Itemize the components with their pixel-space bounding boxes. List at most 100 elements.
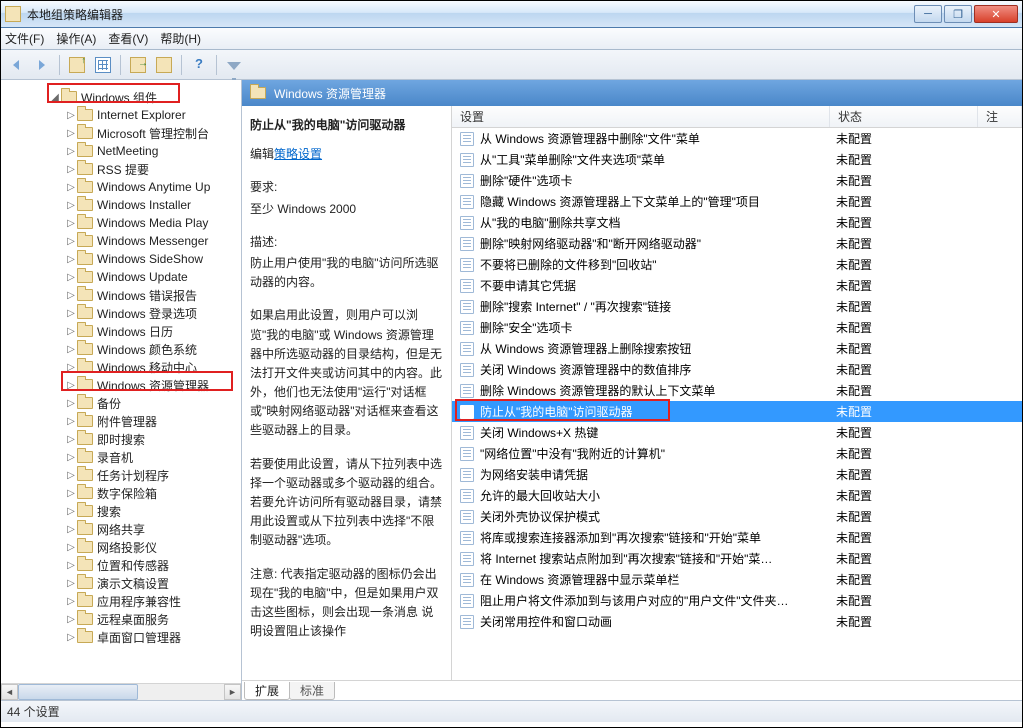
list-row[interactable]: 删除"硬件"选项卡未配置 [452, 170, 1022, 191]
tree-item[interactable]: ▷即时搜索 [1, 430, 241, 448]
tree-item[interactable]: ▷搜索 [1, 502, 241, 520]
expander-icon[interactable]: ▷ [65, 308, 77, 319]
expander-icon[interactable]: ▷ [65, 200, 77, 211]
tree-item[interactable]: ▷Internet Explorer [1, 106, 241, 124]
list-row[interactable]: 防止从"我的电脑"访问驱动器未配置 [452, 401, 1022, 422]
scroll-left-button[interactable]: ◄ [1, 684, 18, 700]
properties-button[interactable] [153, 54, 175, 76]
tree-item[interactable]: ▷卓面窗口管理器 [1, 628, 241, 646]
tree-item[interactable]: ▷Windows Media Play [1, 214, 241, 232]
expander-icon[interactable]: ▷ [65, 380, 77, 391]
tree-item[interactable]: ▷备份 [1, 394, 241, 412]
list-row[interactable]: 不要申请其它凭据未配置 [452, 275, 1022, 296]
expander-icon[interactable]: ▷ [65, 146, 77, 157]
expander-icon[interactable]: ▷ [65, 362, 77, 373]
list-row[interactable]: 将库或搜索连接器添加到"再次搜索"链接和"开始"菜单未配置 [452, 527, 1022, 548]
expander-icon[interactable]: ▷ [65, 290, 77, 301]
list-row[interactable]: 关闭常用控件和窗口动画未配置 [452, 611, 1022, 632]
list-row[interactable]: 从"工具"菜单删除"文件夹选项"菜单未配置 [452, 149, 1022, 170]
col-setting[interactable]: 设置 [452, 106, 830, 127]
tab-standard[interactable]: 标准 [289, 682, 335, 700]
tree-item[interactable]: ▷Windows SideShow [1, 250, 241, 268]
expander-icon[interactable]: ▷ [65, 470, 77, 481]
tree-item[interactable]: ▷Windows Anytime Up [1, 178, 241, 196]
tree-item[interactable]: ▷录音机 [1, 448, 241, 466]
tree-item[interactable]: ◢Windows 组件 [1, 88, 241, 106]
tree-item[interactable]: ▷附件管理器 [1, 412, 241, 430]
scroll-track[interactable] [18, 684, 224, 700]
tree-item[interactable]: ▷网络共享 [1, 520, 241, 538]
show-hide-tree-button[interactable] [92, 54, 114, 76]
back-button[interactable] [5, 54, 27, 76]
expander-icon[interactable]: ▷ [65, 326, 77, 337]
list-row[interactable]: 在 Windows 资源管理器中显示菜单栏未配置 [452, 569, 1022, 590]
tree-item[interactable]: ▷远程桌面服务 [1, 610, 241, 628]
tree-item[interactable]: ▷Windows 资源管理器 [1, 376, 241, 394]
tree-item[interactable]: ▷Windows 登录选项 [1, 304, 241, 322]
expander-icon[interactable]: ▷ [65, 434, 77, 445]
tree-item[interactable]: ▷位置和传感器 [1, 556, 241, 574]
list-row[interactable]: 删除"搜索 Internet" / "再次搜索"链接未配置 [452, 296, 1022, 317]
expander-icon[interactable]: ▷ [65, 506, 77, 517]
expander-icon[interactable]: ▷ [65, 218, 77, 229]
list-row[interactable]: 为网络安装申请凭据未配置 [452, 464, 1022, 485]
expander-icon[interactable]: ◢ [49, 92, 61, 103]
list-row[interactable]: "网络位置"中没有"我附近的计算机"未配置 [452, 443, 1022, 464]
tree-item[interactable]: ▷演示文稿设置 [1, 574, 241, 592]
list-row[interactable]: 删除 Windows 资源管理器的默认上下文菜单未配置 [452, 380, 1022, 401]
expander-icon[interactable]: ▷ [65, 254, 77, 265]
list-row[interactable]: 从"我的电脑"删除共享文档未配置 [452, 212, 1022, 233]
expander-icon[interactable]: ▷ [65, 416, 77, 427]
expander-icon[interactable]: ▷ [65, 542, 77, 553]
filter-button[interactable] [223, 54, 245, 76]
expander-icon[interactable]: ▷ [65, 236, 77, 247]
expander-icon[interactable]: ▷ [65, 110, 77, 121]
expander-icon[interactable]: ▷ [65, 128, 77, 139]
tree-item[interactable]: ▷Windows 日历 [1, 322, 241, 340]
expander-icon[interactable]: ▷ [65, 344, 77, 355]
tree-item[interactable]: ▷网络投影仪 [1, 538, 241, 556]
tree-item[interactable]: ▷应用程序兼容性 [1, 592, 241, 610]
list-row[interactable]: 关闭外壳协议保护模式未配置 [452, 506, 1022, 527]
menu-help[interactable]: 帮助(H) [160, 30, 201, 47]
tree-item[interactable]: ▷Microsoft 管理控制台 [1, 124, 241, 142]
menu-file[interactable]: 文件(F) [5, 30, 44, 47]
edit-policy-link[interactable]: 策略设置 [274, 147, 322, 161]
menu-action[interactable]: 操作(A) [56, 30, 96, 47]
maximize-button[interactable]: ❐ [944, 5, 972, 23]
expander-icon[interactable]: ▷ [65, 452, 77, 463]
scroll-thumb[interactable] [18, 684, 138, 700]
forward-button[interactable] [31, 54, 53, 76]
tree-item[interactable]: ▷数字保险箱 [1, 484, 241, 502]
tree-item[interactable]: ▷Windows 错误报告 [1, 286, 241, 304]
tree-item[interactable]: ▷Windows Update [1, 268, 241, 286]
col-state[interactable]: 状态 [830, 106, 978, 127]
list-body[interactable]: 从 Windows 资源管理器中删除"文件"菜单未配置从"工具"菜单删除"文件夹… [452, 128, 1022, 632]
expander-icon[interactable]: ▷ [65, 596, 77, 607]
expander-icon[interactable]: ▷ [65, 182, 77, 193]
col-comment[interactable]: 注 [978, 106, 1022, 127]
list-row[interactable]: 从 Windows 资源管理器中删除"文件"菜单未配置 [452, 128, 1022, 149]
expander-icon[interactable]: ▷ [65, 632, 77, 643]
expander-icon[interactable]: ▷ [65, 398, 77, 409]
list-row[interactable]: 允许的最大回收站大小未配置 [452, 485, 1022, 506]
tree-item[interactable]: ▷Windows Messenger [1, 232, 241, 250]
scroll-right-button[interactable]: ► [224, 684, 241, 700]
tab-extended[interactable]: 扩展 [244, 682, 290, 700]
minimize-button[interactable]: ─ [914, 5, 942, 23]
list-row[interactable]: 关闭 Windows+X 热键未配置 [452, 422, 1022, 443]
expander-icon[interactable]: ▷ [65, 164, 77, 175]
tree-item[interactable]: ▷Windows 移动中心 [1, 358, 241, 376]
list-row[interactable]: 关闭 Windows 资源管理器中的数值排序未配置 [452, 359, 1022, 380]
list-row[interactable]: 将 Internet 搜索站点附加到"再次搜索"链接和"开始"菜…未配置 [452, 548, 1022, 569]
expander-icon[interactable]: ▷ [65, 524, 77, 535]
tree-item[interactable]: ▷RSS 提要 [1, 160, 241, 178]
tree-item[interactable]: ▷Windows 颜色系统 [1, 340, 241, 358]
tree[interactable]: ◢Windows 组件▷Internet Explorer▷Microsoft … [1, 80, 241, 682]
tree-item[interactable]: ▷Windows Installer [1, 196, 241, 214]
up-folder-button[interactable] [66, 54, 88, 76]
expander-icon[interactable]: ▷ [65, 614, 77, 625]
close-button[interactable]: ✕ [974, 5, 1018, 23]
list-row[interactable]: 从 Windows 资源管理器上删除搜索按钮未配置 [452, 338, 1022, 359]
list-row[interactable]: 删除"映射网络驱动器"和"断开网络驱动器"未配置 [452, 233, 1022, 254]
